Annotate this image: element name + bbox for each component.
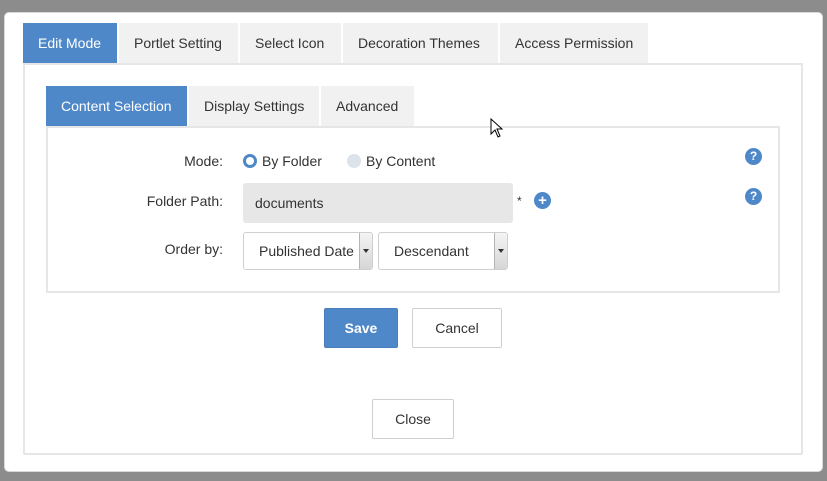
tab-display-settings[interactable]: Display Settings <box>189 86 319 126</box>
radio-checked-icon <box>243 154 257 168</box>
cancel-button[interactable]: Cancel <box>412 308 502 348</box>
tab-select-icon[interactable]: Select Icon <box>240 23 341 63</box>
mode-help-icon[interactable]: ? <box>745 148 762 165</box>
order-direction-select[interactable]: Descendant <box>378 232 508 270</box>
add-folder-icon[interactable]: + <box>534 192 551 209</box>
tab-decoration-themes[interactable]: Decoration Themes <box>343 23 498 63</box>
tab-access-permission[interactable]: Access Permission <box>500 23 648 63</box>
chevron-down-icon <box>494 233 507 269</box>
save-button[interactable]: Save <box>324 308 398 348</box>
inner-tab-bar: Content Selection Display Settings Advan… <box>46 86 416 126</box>
tab-portlet-setting[interactable]: Portlet Setting <box>119 23 238 63</box>
order-by-label: Order by: <box>164 241 223 257</box>
tab-edit-mode[interactable]: Edit Mode <box>23 23 117 63</box>
order-field-value: Published Date <box>259 243 354 259</box>
outer-tab-bar: Edit Mode Portlet Setting Select Icon De… <box>23 23 650 63</box>
close-button[interactable]: Close <box>372 399 454 439</box>
required-marker: * <box>517 194 522 208</box>
radio-unchecked-icon <box>347 154 361 168</box>
chevron-down-icon <box>359 233 372 269</box>
folder-path-help-icon[interactable]: ? <box>745 188 762 205</box>
tab-advanced[interactable]: Advanced <box>321 86 414 126</box>
mode-radio-by-content[interactable]: By Content <box>347 153 435 169</box>
folder-path-label: Folder Path: <box>146 193 223 209</box>
folder-path-field[interactable]: documents <box>243 183 513 223</box>
mode-option-content-label: By Content <box>366 153 436 169</box>
tab-content-selection[interactable]: Content Selection <box>46 86 187 126</box>
order-direction-value: Descendant <box>394 243 469 259</box>
mouse-pointer-icon <box>490 118 504 138</box>
mode-label: Mode: <box>184 153 223 169</box>
mode-radio-by-folder[interactable]: By Folder <box>243 153 322 169</box>
order-field-select[interactable]: Published Date <box>243 232 373 270</box>
mode-option-folder-label: By Folder <box>262 153 322 169</box>
